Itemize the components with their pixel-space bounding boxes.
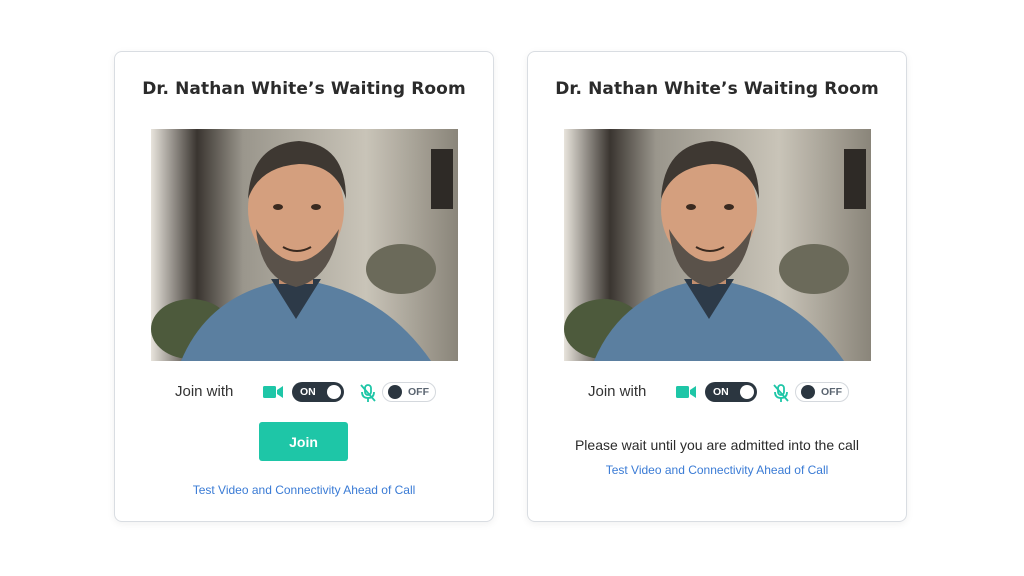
toggle-knob (327, 385, 341, 399)
camera-toggle[interactable]: ON (292, 382, 344, 402)
camera-toggle[interactable]: ON (705, 382, 757, 402)
video-camera-icon (263, 385, 283, 404)
join-with-label: Join with (175, 383, 234, 400)
video-camera-icon (676, 385, 696, 404)
toggle-knob (388, 385, 402, 399)
test-connectivity-link[interactable]: Test Video and Connectivity Ahead of Cal… (528, 463, 906, 477)
waiting-room-title: Dr. Nathan White’s Waiting Room (555, 79, 879, 99)
waiting-room-card-waiting: Dr. Nathan White’s Waiting Room Join wit… (527, 51, 907, 522)
join-with-label: Join with (588, 383, 647, 400)
waiting-room-title: Dr. Nathan White’s Waiting Room (142, 79, 466, 99)
waiting-room-card-pre-join: Dr. Nathan White’s Waiting Room Join wit… (114, 51, 494, 522)
microphone-toggle[interactable]: OFF (795, 382, 849, 402)
toggle-knob (740, 385, 754, 399)
microphone-toggle[interactable]: OFF (382, 382, 436, 402)
join-button[interactable]: Join (259, 422, 348, 461)
microphone-muted-icon (359, 383, 377, 408)
toggle-knob (801, 385, 815, 399)
camera-preview (151, 129, 458, 361)
waiting-message: Please wait until you are admitted into … (574, 437, 860, 453)
test-connectivity-link[interactable]: Test Video and Connectivity Ahead of Cal… (115, 483, 493, 497)
microphone-muted-icon (772, 383, 790, 408)
join-options-row: Join with ON OFF (175, 382, 455, 404)
camera-preview (564, 129, 871, 361)
join-options-row: Join with ON OFF (588, 382, 868, 404)
